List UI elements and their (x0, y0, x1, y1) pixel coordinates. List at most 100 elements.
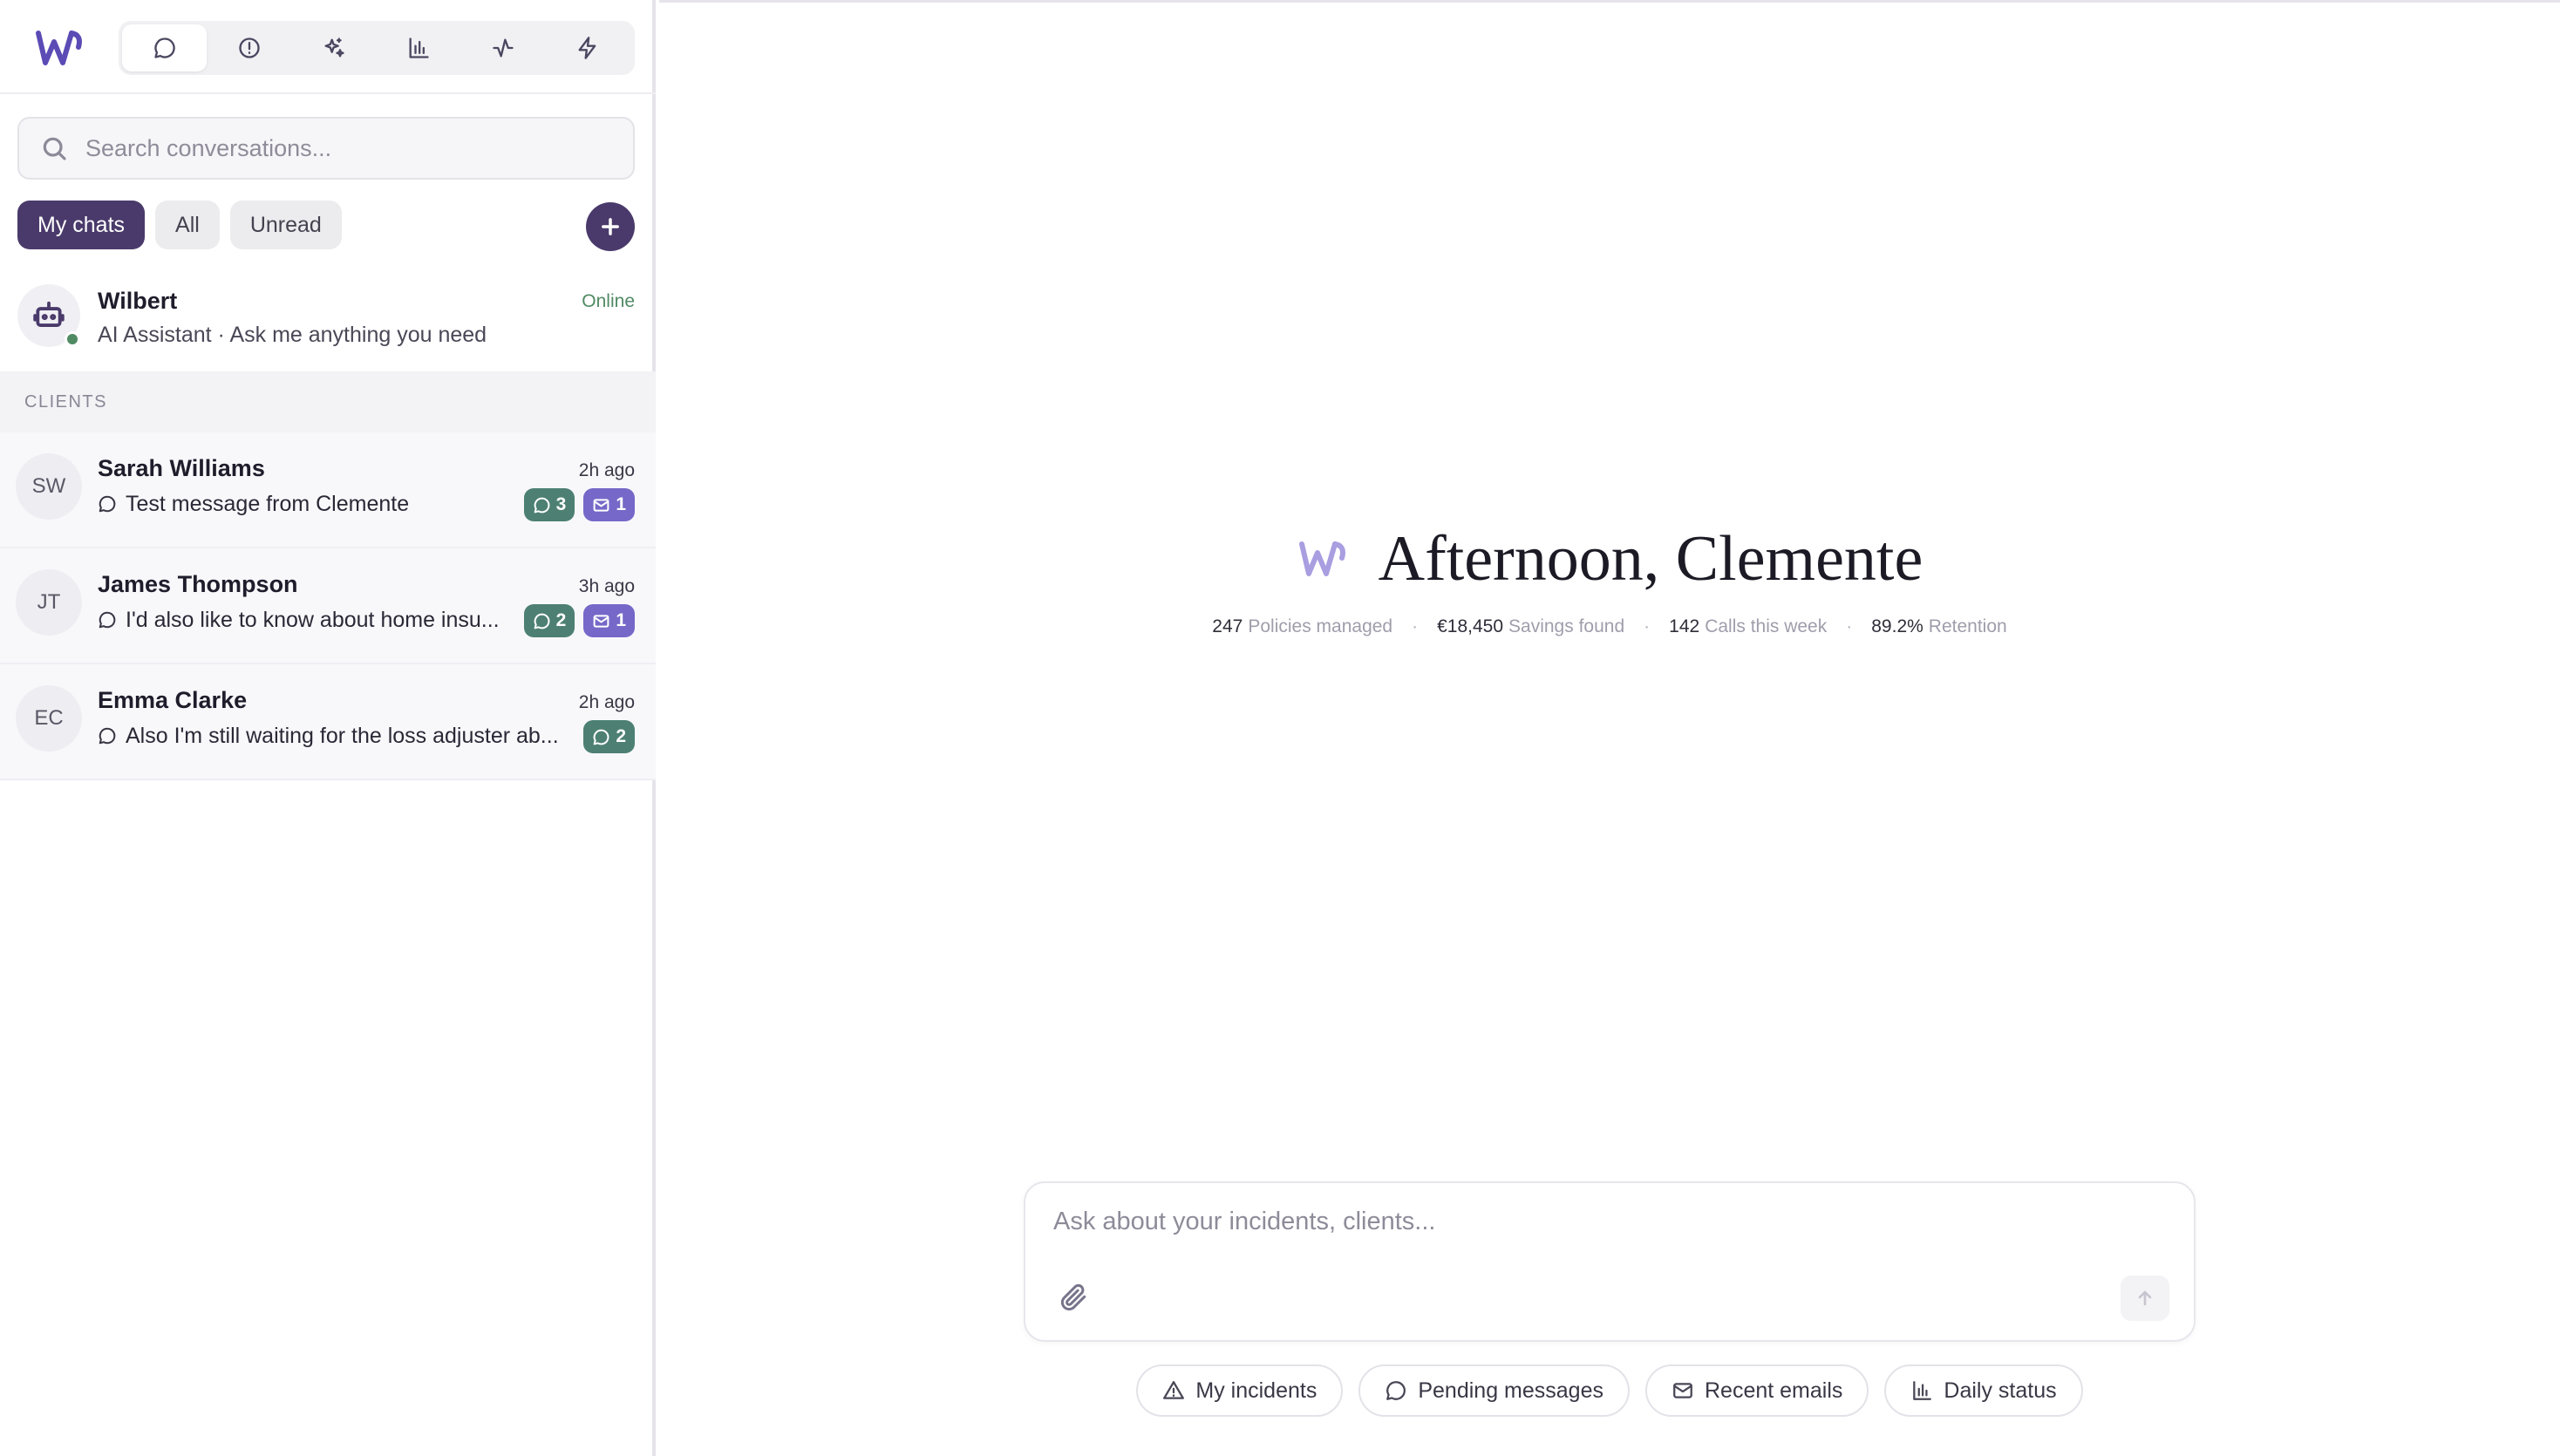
activity-icon (492, 38, 514, 58)
avatar: EC (16, 685, 82, 752)
clients-section-label: CLIENTS (0, 371, 656, 432)
paperclip-icon (1060, 1283, 1086, 1311)
client-item-sarah-williams[interactable]: SW Sarah Williams 2h ago Test message fr… (0, 432, 656, 548)
wilbert-logo[interactable] (33, 28, 85, 70)
chat-bubble-icon (99, 727, 116, 745)
stat-separator: · (1412, 616, 1419, 636)
greeting-title: Afternoon, Clemente (1378, 523, 1923, 595)
recent-emails-label: Recent emails (1704, 1378, 1843, 1403)
nav-tabs (119, 21, 635, 75)
stat-retention-value: 89.2% (1871, 616, 1923, 636)
avatar: SW (16, 453, 82, 520)
my-incidents-label: My incidents (1195, 1378, 1317, 1403)
chat-bubble-icon (534, 497, 550, 513)
assistant-item[interactable]: Wilbert AI Assistant · Ask me anything y… (0, 276, 656, 371)
badges: 2 1 (523, 604, 635, 637)
mail-count: 1 (616, 610, 626, 630)
recent-emails-button[interactable]: Recent emails (1644, 1364, 1869, 1417)
warning-triangle-icon (1163, 1381, 1185, 1399)
main-panel: Afternoon, Clemente 247 Policies managed… (659, 0, 2560, 1456)
client-item-emma-clarke[interactable]: EC Emma Clarke 2h ago Also I'm still wai… (0, 664, 656, 780)
daily-status-label: Daily status (1944, 1378, 2057, 1403)
sidebar: My chats All Unread Wilbert AI Assistant… (0, 0, 656, 1456)
online-indicator (65, 331, 80, 347)
mail-icon (593, 614, 609, 628)
sparkles-icon (324, 37, 344, 58)
tab-automations[interactable] (545, 24, 630, 71)
alert-circle-icon (238, 37, 260, 58)
chat-count-badge: 2 (523, 604, 575, 637)
greeting-header: Afternoon, Clemente (659, 522, 2560, 596)
arrow-up-icon (2138, 1290, 2152, 1306)
filter-all[interactable]: All (155, 201, 220, 249)
tab-analytics[interactable] (376, 24, 460, 71)
filter-my-chats[interactable]: My chats (17, 201, 146, 249)
filter-unread[interactable]: Unread (229, 201, 342, 249)
wilbert-logo (1298, 541, 1345, 576)
chat-bubble-icon (153, 37, 175, 58)
assistant-name: Wilbert (98, 288, 178, 314)
robot-icon (33, 301, 65, 327)
client-time: 2h ago (578, 692, 635, 712)
plus-icon (602, 218, 619, 235)
send-button[interactable] (2121, 1276, 2169, 1321)
mail-count: 1 (616, 494, 626, 514)
client-item-james-thompson[interactable]: JT James Thompson 3h ago I'd also like t… (0, 548, 656, 664)
mail-icon (1673, 1383, 1692, 1398)
lightning-icon (578, 37, 596, 59)
filter-chips: My chats All Unread (17, 201, 342, 249)
tab-incidents[interactable] (207, 24, 291, 71)
search-box (17, 117, 635, 180)
message-composer (1024, 1181, 2196, 1342)
stat-separator: · (1846, 616, 1853, 636)
daily-status-button[interactable]: Daily status (1884, 1364, 2083, 1417)
stat-calls-value: 142 (1669, 616, 1700, 636)
stat-separator: · (1644, 616, 1651, 636)
chat-bubble-icon (99, 495, 116, 513)
chat-count-badge: 2 (583, 720, 635, 753)
message-input[interactable] (1053, 1208, 2100, 1251)
search-input[interactable] (85, 134, 609, 162)
message-preview: Also I'm still waiting for the loss adju… (98, 720, 559, 752)
badges: 2 (583, 720, 635, 753)
preview-text: Also I'm still waiting for the loss adju… (126, 723, 559, 748)
badges: 3 1 (523, 488, 635, 521)
pending-messages-label: Pending messages (1418, 1378, 1603, 1403)
client-time: 3h ago (578, 576, 635, 596)
stat-policies-value: 247 (1212, 616, 1243, 636)
preview-text: Test message from Clemente (126, 491, 410, 516)
attach-button[interactable] (1059, 1283, 1088, 1312)
mail-icon (593, 498, 609, 512)
new-chat-button[interactable] (586, 202, 635, 251)
avatar: JT (16, 569, 82, 636)
tab-chats[interactable] (122, 24, 207, 71)
stat-savings-value: €18,450 (1437, 616, 1504, 636)
message-preview: Test message from Clemente (98, 488, 409, 520)
stats-row: 247 Policies managed · €18,450 Savings f… (659, 616, 2560, 637)
stat-retention-label: Retention (1928, 616, 2007, 636)
quick-actions: My incidents Pending messages Recent ema… (659, 1364, 2560, 1417)
tab-activity[interactable] (460, 24, 545, 71)
search-icon (43, 137, 66, 160)
chat-bubble-icon (593, 729, 609, 745)
assistant-status: Online (582, 291, 635, 311)
mail-count-badge: 1 (583, 488, 635, 521)
preview-text: I'd also like to know about home insu... (126, 607, 500, 632)
chat-bubble-icon (1386, 1381, 1406, 1400)
stat-savings-label: Savings found (1508, 616, 1625, 636)
stat-calls-label: Calls this week (1705, 616, 1828, 636)
chat-count: 3 (555, 494, 567, 514)
my-incidents-button[interactable]: My incidents (1136, 1364, 1344, 1417)
chat-count: 2 (555, 610, 567, 630)
sidebar-topbar (0, 0, 656, 94)
pending-messages-button[interactable]: Pending messages (1358, 1364, 1630, 1417)
stat-policies-label: Policies managed (1248, 616, 1393, 636)
client-time: 2h ago (578, 460, 635, 480)
chat-count-badge: 3 (523, 488, 575, 521)
chat-bubble-icon (534, 613, 550, 629)
client-name: Sarah Williams (98, 455, 265, 481)
chat-count: 2 (616, 726, 626, 746)
tab-ai[interactable] (291, 24, 376, 71)
bar-chart-icon (409, 37, 429, 58)
assistant-subtitle: AI Assistant · Ask me anything you need (98, 323, 487, 347)
